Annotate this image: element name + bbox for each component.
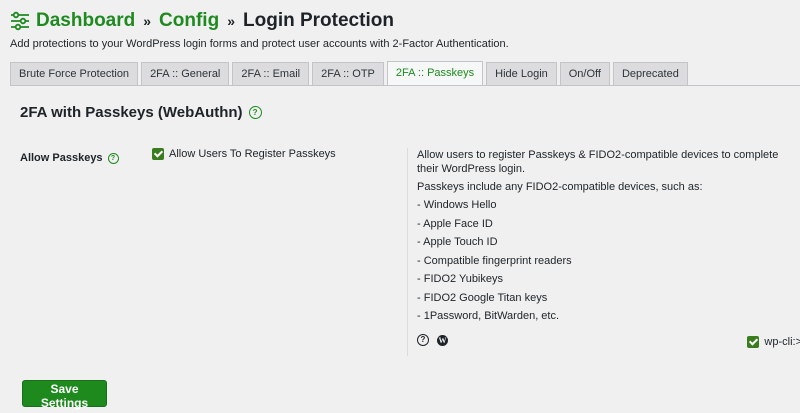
breadcrumb-separator: » [143,13,152,29]
description-panel: Allow users to register Passkeys & FIDO2… [407,148,800,356]
device-list: - Windows Hello - Apple Face ID - Apple … [417,199,800,323]
breadcrumb-dashboard[interactable]: Dashboard [36,10,135,32]
list-item: - FIDO2 Yubikeys [417,273,503,285]
page-subtitle: Add protections to your WordPress login … [10,38,509,50]
wpcli-checkbox[interactable] [747,336,760,348]
section-title: 2FA with Passkeys (WebAuthn) [20,104,243,121]
wpcli-label[interactable]: wp-cli:> [764,336,800,348]
settings-sliders-icon [11,11,29,31]
wordpress-icon[interactable]: W [437,334,448,346]
tab-divider [10,85,800,86]
page-header: Dashboard » Config » Login Protection [10,6,394,36]
tab-brute-force-protection[interactable]: Brute Force Protection [10,62,139,85]
tab-2fa-email[interactable]: 2FA :: Email [232,62,310,85]
breadcrumb-config[interactable]: Config [159,10,219,32]
section-heading: 2FA with Passkeys (WebAuthn) ? [20,104,262,121]
setting-label: Allow Passkeys ? [20,152,119,164]
tab-deprecated[interactable]: Deprecated [612,62,688,85]
tab-hide-login[interactable]: Hide Login [486,62,557,85]
tab-2fa-passkeys[interactable]: 2FA :: Passkeys [386,61,484,86]
allow-passkeys-checkbox-row[interactable]: Allow Users To Register Passkeys [152,148,336,160]
tab-on-off[interactable]: On/Off [559,62,610,85]
description-intro: Allow users to register Passkeys & FIDO2… [417,149,779,175]
list-item: - Apple Touch ID [417,236,498,248]
list-item: - Windows Hello [417,199,497,211]
help-icon[interactable]: ? [107,152,119,164]
save-settings-button[interactable]: Save Settings [22,380,107,410]
list-item: - Apple Face ID [417,217,493,230]
page-title: Login Protection [243,10,394,31]
description-lead: Passkeys include any FIDO2-compatible de… [417,181,703,193]
tab-2fa-otp[interactable]: 2FA :: OTP [312,62,384,85]
list-item: - Compatible fingerprint readers [417,254,572,267]
tab-bar: Brute Force Protection 2FA :: General 2F… [10,61,688,86]
wpcli-toggle[interactable]: wp-cli:> [747,336,800,348]
allow-passkeys-checkbox-label[interactable]: Allow Users To Register Passkeys [169,148,336,160]
help-icon[interactable]: ? [248,106,262,119]
description-icons: ? W [417,334,448,346]
allow-passkeys-checkbox[interactable] [152,148,164,160]
list-item: - 1Password, BitWarden, etc. [417,310,560,322]
list-item: - FIDO2 Google Titan keys [417,291,548,304]
allow-passkeys-label: Allow Passkeys [20,152,103,164]
breadcrumb-separator: » [227,13,235,29]
question-circle-icon[interactable]: ? [417,334,429,346]
tab-2fa-general[interactable]: 2FA :: General [141,62,230,85]
